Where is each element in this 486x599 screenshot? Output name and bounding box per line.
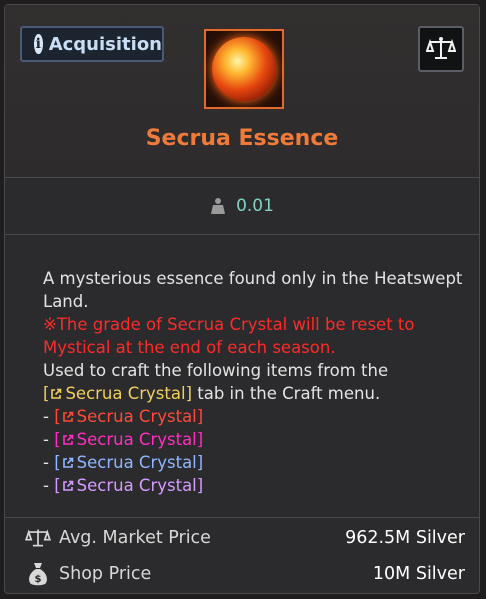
- recipe-link-2[interactable]: [Secrua Crystal]: [54, 430, 203, 449]
- weight-value: 0.01: [236, 196, 274, 216]
- tooltip-header: i Acquisition Secrua Essence: [5, 5, 479, 178]
- recipe-link-4[interactable]: [Secrua Crystal]: [54, 476, 203, 495]
- craft-tab-link-label: Secrua Crystal: [65, 384, 186, 403]
- info-icon: i: [34, 34, 43, 54]
- craft-tab-link[interactable]: [Secrua Crystal]: [43, 384, 192, 403]
- essence-orb-icon: [212, 37, 276, 101]
- recipe-link-label: Secrua Crystal: [76, 407, 197, 426]
- recipe-link-label: Secrua Crystal: [76, 476, 197, 495]
- list-item: - [Secrua Crystal]: [43, 453, 204, 472]
- season-warning: ※The grade of Secrua Crystal will be res…: [43, 315, 415, 357]
- weight-row: 0.01: [5, 178, 479, 235]
- description-text: A mysterious essence found only in the H…: [43, 269, 463, 311]
- svg-text:$: $: [35, 574, 42, 585]
- recipe-link-label: Secrua Crystal: [76, 453, 197, 472]
- recipe-link-3[interactable]: [Secrua Crystal]: [54, 453, 203, 472]
- craft-intro: Used to craft the following items from t…: [43, 361, 389, 380]
- external-link-icon: [62, 457, 73, 468]
- external-link-icon: [62, 411, 73, 422]
- list-item: - [Secrua Crystal]: [43, 407, 204, 426]
- external-link-icon: [62, 480, 73, 491]
- external-link-icon: [62, 434, 73, 445]
- weight-icon: [211, 198, 226, 214]
- list-item: - [Secrua Crystal]: [43, 430, 204, 449]
- item-description: A mysterious essence found only in the H…: [43, 267, 463, 497]
- item-name: Secrua Essence: [145, 126, 339, 151]
- acquisition-label: Acquisition: [48, 33, 162, 55]
- item-tooltip: i Acquisition Secrua Essence 0.01 A myst…: [4, 4, 480, 594]
- item-icon: [204, 29, 284, 109]
- shop-price-label: Shop Price: [59, 564, 152, 584]
- recipe-link-1[interactable]: [Secrua Crystal]: [54, 407, 203, 426]
- shop-price-value: 10M Silver: [372, 564, 465, 584]
- market-price-label: Avg. Market Price: [59, 528, 211, 548]
- acquisition-button[interactable]: i Acquisition: [20, 26, 164, 62]
- craft-link-line: [Secrua Crystal] tab in the Craft menu.: [43, 382, 463, 405]
- list-item: - [Secrua Crystal]: [43, 476, 204, 495]
- money-bag-icon: $: [29, 563, 47, 586]
- recipe-link-label: Secrua Crystal: [76, 430, 197, 449]
- market-price-value: 962.5M Silver: [345, 528, 465, 548]
- price-footer: Avg. Market Price 962.5M Silver $ Shop P…: [5, 517, 479, 594]
- external-link-icon: [51, 388, 62, 399]
- scale-icon: [426, 37, 456, 59]
- shop-price-row: $ Shop Price 10M Silver: [25, 559, 465, 589]
- compare-scale-button[interactable]: [418, 26, 464, 72]
- scale-icon: [25, 529, 51, 547]
- craft-suffix: tab in the Craft menu.: [197, 384, 381, 403]
- market-price-row: Avg. Market Price 962.5M Silver: [25, 523, 465, 553]
